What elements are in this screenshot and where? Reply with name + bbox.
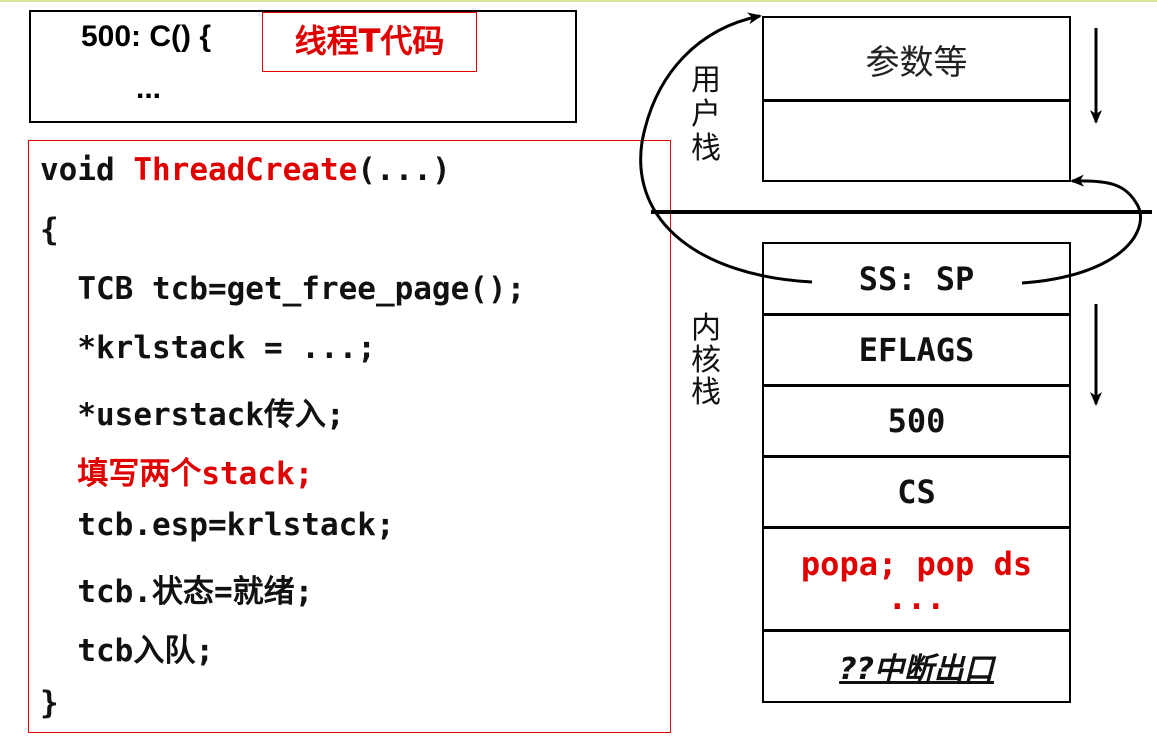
ss-sp-to-user-stack-top-arrow [639, 12, 813, 284]
ss-sp-to-user-stack-pointer-arrow [1021, 174, 1142, 285]
arrows-overlay [639, 12, 1152, 406]
